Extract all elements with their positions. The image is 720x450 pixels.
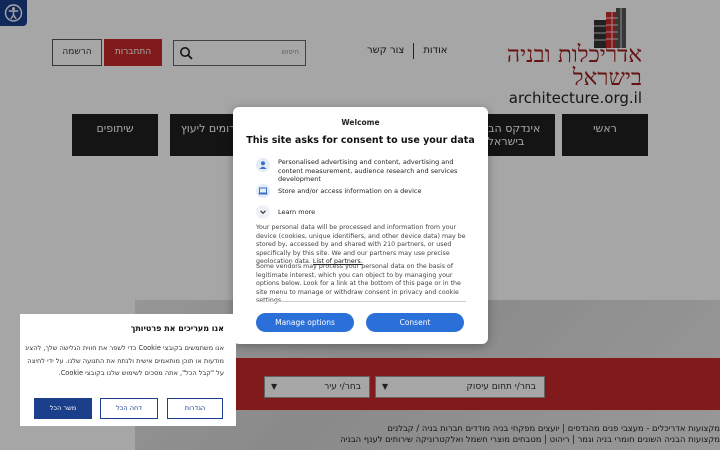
chevron-down-icon: [256, 205, 270, 219]
consent-paragraph-2: Some vendors may process your personal d…: [256, 263, 461, 304]
consent-dialog: Welcome This site asks for consent to us…: [233, 107, 488, 344]
cookie-title: אנו מעריכים את פרטיותך: [130, 324, 224, 333]
learn-more-label: Learn more: [278, 208, 316, 216]
consent-paragraph-1: Your personal data will be processed and…: [256, 224, 466, 267]
consent-title: This site asks for consent to use your d…: [246, 135, 475, 146]
device-icon: [256, 184, 270, 198]
cookie-accept-all-button[interactable]: משר הכל: [34, 398, 92, 419]
consent-button[interactable]: Consent: [366, 313, 464, 332]
purpose-text: Store and/or access information on a dev…: [278, 187, 422, 195]
user-icon: [256, 158, 270, 172]
cookie-banner: אנו מעריכים את פרטיותך אנו משתמשים בקובצ…: [20, 314, 236, 426]
cookie-settings-button[interactable]: הגדרות: [167, 398, 223, 419]
cookie-reject-all-button[interactable]: דחה הכל: [100, 398, 158, 419]
divider: [256, 301, 466, 302]
manage-options-button[interactable]: Manage options: [256, 313, 354, 332]
purpose-text: Personalised advertising and content, ad…: [278, 158, 458, 183]
consent-welcome: Welcome: [341, 118, 380, 127]
cookie-text: אנו משתמשים בקובצי Cookie כדי לשפר את חו…: [25, 344, 224, 377]
